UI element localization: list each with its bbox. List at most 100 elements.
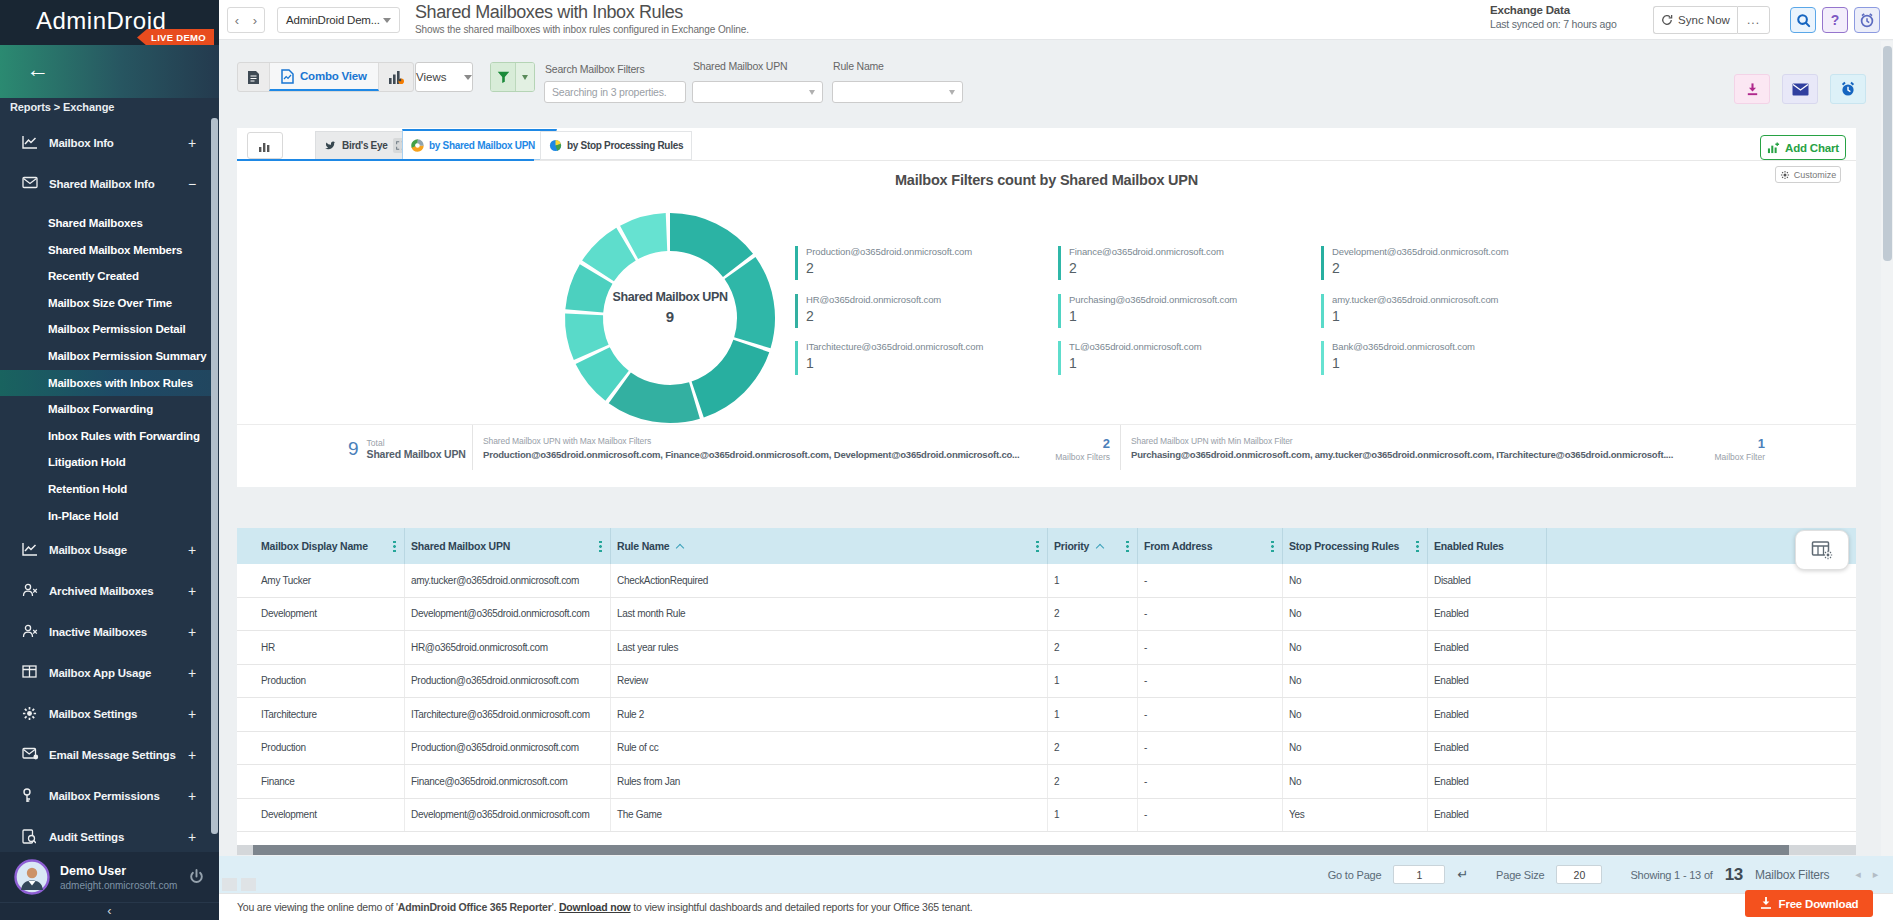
- search-input[interactable]: [544, 81, 686, 103]
- expand-icon[interactable]: +: [188, 788, 196, 804]
- collapse-icon[interactable]: −: [188, 176, 196, 192]
- history-nav-buttons[interactable]: ‹›: [227, 7, 265, 33]
- sidebar-scrollbar[interactable]: [211, 118, 218, 834]
- expand-icon[interactable]: +: [188, 135, 196, 151]
- sidebar-item-retention-hold[interactable]: Retention Hold: [0, 476, 212, 503]
- table-row[interactable]: ITarchitectureITarchitecture@o365droid.o…: [237, 698, 1856, 732]
- table-row[interactable]: FinanceFinance@o365droid.onmicrosoft.com…: [237, 765, 1856, 799]
- legend-item[interactable]: Purchasing@o365droid.onmicrosoft.com1: [1058, 294, 1321, 328]
- column-menu-icon[interactable]: [1126, 540, 1129, 553]
- column-header-mailbox-display-name[interactable]: Mailbox Display Name: [237, 528, 405, 564]
- hscroll-thumb[interactable]: [253, 845, 1789, 855]
- table-row[interactable]: ProductionProduction@o365droid.onmicroso…: [237, 732, 1856, 766]
- sidebar-item-mailbox-forwarding[interactable]: Mailbox Forwarding: [0, 396, 212, 423]
- column-header-rule-name[interactable]: Rule Name: [611, 528, 1048, 564]
- legend-item[interactable]: Finance@o365droid.onmicrosoft.com2: [1058, 246, 1321, 280]
- sidebar-item-mailbox-permission-detail[interactable]: Mailbox Permission Detail: [0, 316, 212, 343]
- sidebar-item-inactive-mailboxes[interactable]: Inactive Mailboxes+: [0, 611, 212, 652]
- sidebar-item-shared-mailbox-info[interactable]: Shared Mailbox Info−: [0, 163, 212, 204]
- column-header-stop-processing-rules[interactable]: Stop Processing Rules: [1283, 528, 1428, 564]
- add-chart-button[interactable]: Add Chart: [1760, 135, 1846, 160]
- expand-icon[interactable]: +: [188, 665, 196, 681]
- table-row[interactable]: HRHR@o365droid.onmicrosoft.comLast year …: [237, 631, 1856, 665]
- column-header-priority[interactable]: Priority: [1048, 528, 1138, 564]
- sidebar-item-in-place-hold[interactable]: In-Place Hold: [0, 503, 212, 530]
- filter-funnel-button[interactable]: [491, 63, 515, 91]
- column-menu-icon[interactable]: [599, 540, 602, 553]
- expand-icon[interactable]: +: [188, 542, 196, 558]
- legend-item[interactable]: Development@o365droid.onmicrosoft.com2: [1321, 246, 1584, 280]
- combo-view-tab[interactable]: Combo View: [269, 63, 379, 91]
- sidebar-item-mailbox-usage[interactable]: Mailbox Usage+: [0, 529, 212, 570]
- page-size-input[interactable]: [1556, 865, 1602, 884]
- chart-view-button[interactable]: [379, 63, 413, 91]
- sync-more-button[interactable]: ...: [1737, 6, 1770, 34]
- free-download-button[interactable]: Free Download: [1745, 890, 1873, 917]
- sidebar-collapse-button[interactable]: ‹: [0, 902, 219, 920]
- back-arrow-icon[interactable]: ←: [26, 56, 49, 83]
- column-header-enabled-rules[interactable]: Enabled Rules: [1428, 528, 1547, 564]
- legend-item[interactable]: ITarchitecture@o365droid.onmicrosoft.com…: [795, 341, 1058, 375]
- chart-list-button[interactable]: [247, 132, 283, 159]
- tab-by-stop-processing-rules[interactable]: by Stop Processing Rules: [540, 131, 692, 160]
- grid-view-button[interactable]: [238, 63, 269, 91]
- sidebar-item-mailbox-size-over-time[interactable]: Mailbox Size Over Time: [0, 290, 212, 317]
- sidebar-item-mailbox-settings[interactable]: Mailbox Settings+: [0, 693, 212, 734]
- sidebar-item-mailboxes-with-inbox-rules[interactable]: Mailboxes with Inbox Rules: [0, 370, 212, 397]
- back-chevron-icon[interactable]: ‹: [235, 13, 239, 28]
- column-menu-icon[interactable]: [1036, 540, 1039, 553]
- rule-name-filter-select[interactable]: [832, 81, 963, 103]
- sidebar-item-mailbox-app-usage[interactable]: Mailbox App Usage+: [0, 652, 212, 693]
- column-chooser-button[interactable]: [1795, 530, 1849, 570]
- sidebar-item-archived-mailboxes[interactable]: Archived Mailboxes+: [0, 570, 212, 611]
- column-menu-icon[interactable]: [1416, 540, 1419, 553]
- sidebar-item-litigation-hold[interactable]: Litigation Hold: [0, 449, 212, 476]
- legend-item[interactable]: Production@o365droid.onmicrosoft.com2: [795, 246, 1058, 280]
- column-menu-icon[interactable]: [1271, 540, 1274, 553]
- forward-chevron-icon[interactable]: ›: [253, 13, 257, 28]
- page-scrollbar[interactable]: [1881, 41, 1893, 856]
- logout-power-icon[interactable]: [188, 869, 205, 886]
- filter-dropdown-button[interactable]: [515, 63, 534, 91]
- expand-icon[interactable]: +: [188, 624, 196, 640]
- horizontal-scrollbar[interactable]: [237, 845, 1856, 855]
- legend-item[interactable]: HR@o365droid.onmicrosoft.com2: [795, 294, 1058, 328]
- views-dropdown[interactable]: Views: [415, 62, 473, 92]
- upn-filter-select[interactable]: [692, 81, 823, 103]
- vscroll-thumb[interactable]: [1883, 46, 1892, 261]
- sidebar-item-recently-created[interactable]: Recently Created: [0, 263, 212, 290]
- legend-item[interactable]: amy.tucker@o365droid.onmicrosoft.com1: [1321, 294, 1584, 328]
- sidebar-item-email-message-settings[interactable]: Email Message Settings+: [0, 734, 212, 775]
- next-page-icon[interactable]: ▸: [1873, 868, 1878, 881]
- table-row[interactable]: ProductionProduction@o365droid.onmicroso…: [237, 665, 1856, 699]
- sidebar-item-shared-mailboxes[interactable]: Shared Mailboxes: [0, 210, 212, 237]
- legend-item[interactable]: Bank@o365droid.onmicrosoft.com1: [1321, 341, 1584, 375]
- table-row[interactable]: Amy Tuckeramy.tucker@o365droid.onmicroso…: [237, 564, 1856, 598]
- sidebar-item-inbox-rules-with-forwarding[interactable]: Inbox Rules with Forwarding: [0, 423, 212, 450]
- user-block[interactable]: Demo User admeight.onmicrosoft.com: [0, 852, 219, 902]
- tab-by-shared-mailbox-upn[interactable]: by Shared Mailbox UPN ×: [402, 129, 557, 160]
- goto-page-input[interactable]: [1393, 865, 1445, 884]
- column-header-from-address[interactable]: From Address: [1138, 528, 1283, 564]
- schedule-report-button[interactable]: [1830, 74, 1866, 104]
- sidebar-item-audit-settings[interactable]: Audit Settings+: [0, 816, 212, 857]
- email-report-button[interactable]: [1782, 74, 1818, 104]
- prev-page-icon[interactable]: ◂: [1855, 868, 1860, 881]
- column-header-shared-mailbox-upn[interactable]: Shared Mailbox UPN: [405, 528, 611, 564]
- column-menu-icon[interactable]: [393, 540, 396, 553]
- sidebar-item-mailbox-permission-summary[interactable]: Mailbox Permission Summary: [0, 343, 212, 370]
- global-search-button[interactable]: [1790, 7, 1816, 33]
- sidebar-item-mailbox-permissions[interactable]: Mailbox Permissions+: [0, 775, 212, 816]
- expand-icon[interactable]: +: [188, 583, 196, 599]
- table-row[interactable]: DevelopmentDevelopment@o365droid.onmicro…: [237, 598, 1856, 632]
- expand-icon[interactable]: +: [188, 706, 196, 722]
- expand-icon[interactable]: +: [188, 747, 196, 763]
- export-download-button[interactable]: [1734, 74, 1770, 104]
- tenant-selector[interactable]: AdminDroid Dem...: [277, 7, 400, 33]
- sync-now-button[interactable]: Sync Now: [1653, 6, 1737, 34]
- download-now-link[interactable]: Download now: [559, 901, 631, 913]
- table-row[interactable]: DevelopmentDevelopment@o365droid.onmicro…: [237, 799, 1856, 833]
- sidebar-item-mailbox-info[interactable]: Mailbox Info+: [0, 122, 212, 163]
- legend-item[interactable]: TL@o365droid.onmicrosoft.com1: [1058, 341, 1321, 375]
- help-button[interactable]: ?: [1822, 7, 1848, 33]
